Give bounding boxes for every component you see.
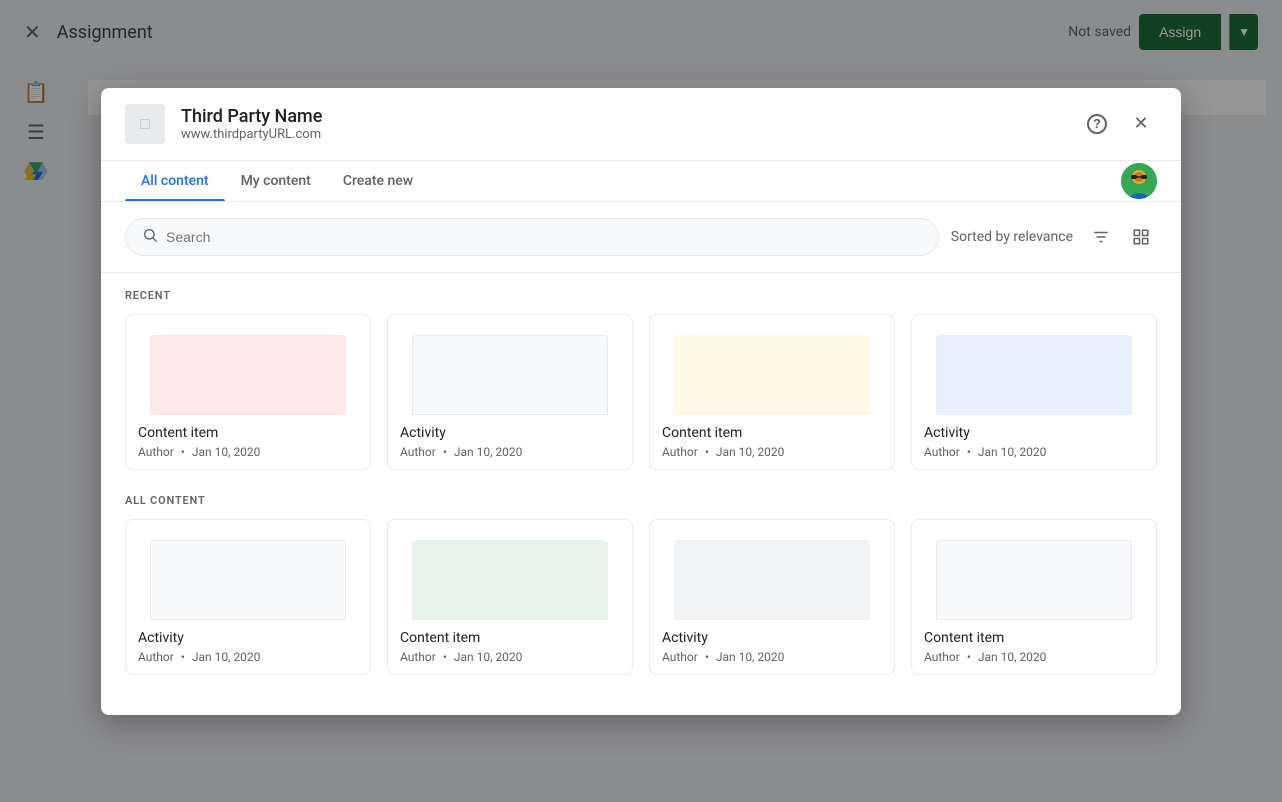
thumb-light-5 — [150, 540, 345, 620]
content-card-4[interactable]: Activity Author • Jan 10, 2020 — [911, 314, 1157, 470]
card-name-8: Content item — [924, 630, 1144, 646]
card-meta-8: Author • Jan 10, 2020 — [924, 650, 1144, 664]
card-name-2: Activity — [400, 425, 620, 441]
all-content-section-label: ALL CONTENT — [125, 494, 1157, 507]
user-avatar[interactable] — [1121, 163, 1157, 199]
modal-header-info: Third Party Name www.thirdpartyURL.com — [181, 106, 1065, 142]
sort-label: Sorted by relevance — [951, 229, 1073, 245]
thumb-white-2 — [412, 335, 607, 415]
card-info-2: Activity Author • Jan 10, 2020 — [388, 415, 632, 469]
search-container[interactable] — [125, 218, 939, 256]
card-thumbnail-8 — [912, 520, 1156, 620]
card-info-1: Content item Author • Jan 10, 2020 — [126, 415, 370, 469]
content-card-7[interactable]: Activity Author • Jan 10, 2020 — [649, 519, 895, 675]
modal-overlay: □ Third Party Name www.thirdpartyURL.com… — [0, 0, 1282, 802]
card-thumbnail-7 — [650, 520, 894, 620]
content-card-8[interactable]: Content item Author • Jan 10, 2020 — [911, 519, 1157, 675]
thumb-yellow-3 — [674, 335, 869, 415]
modal-header-actions: ? ✕ — [1081, 108, 1157, 140]
help-button[interactable]: ? — [1081, 108, 1113, 140]
thumb-green-6 — [412, 540, 607, 620]
modal-content-area: RECENT Content item Author • Jan 10, 202… — [101, 273, 1181, 715]
card-thumbnail-6 — [388, 520, 632, 620]
card-info-7: Activity Author • Jan 10, 2020 — [650, 620, 894, 674]
card-meta-7: Author • Jan 10, 2020 — [662, 650, 882, 664]
all-content-grid: Activity Author • Jan 10, 2020 Cont — [125, 519, 1157, 675]
tab-all-content[interactable]: All content — [125, 161, 225, 201]
card-meta-5: Author • Jan 10, 2020 — [138, 650, 358, 664]
card-meta-3: Author • Jan 10, 2020 — [662, 445, 882, 459]
avatar-image — [1121, 163, 1157, 199]
modal-search-bar: Sorted by relevance — [101, 202, 1181, 273]
card-thumbnail-2 — [388, 315, 632, 415]
card-name-3: Content item — [662, 425, 882, 441]
content-card-1[interactable]: Content item Author • Jan 10, 2020 — [125, 314, 371, 470]
card-info-6: Content item Author • Jan 10, 2020 — [388, 620, 632, 674]
modal-logo: □ — [125, 104, 165, 144]
modal-title: Third Party Name — [181, 106, 1065, 127]
card-thumbnail-3 — [650, 315, 894, 415]
card-info-5: Activity Author • Jan 10, 2020 — [126, 620, 370, 674]
thumb-blue-4 — [936, 335, 1131, 415]
card-meta-4: Author • Jan 10, 2020 — [924, 445, 1144, 459]
content-card-5[interactable]: Activity Author • Jan 10, 2020 — [125, 519, 371, 675]
content-card-3[interactable]: Content item Author • Jan 10, 2020 — [649, 314, 895, 470]
card-meta-1: Author • Jan 10, 2020 — [138, 445, 358, 459]
content-card-2[interactable]: Activity Author • Jan 10, 2020 — [387, 314, 633, 470]
content-card-6[interactable]: Content item Author • Jan 10, 2020 — [387, 519, 633, 675]
sort-actions — [1085, 221, 1157, 253]
card-info-8: Content item Author • Jan 10, 2020 — [912, 620, 1156, 674]
card-meta-2: Author • Jan 10, 2020 — [400, 445, 620, 459]
card-thumbnail-1 — [126, 315, 370, 415]
thumb-light2-7 — [674, 540, 869, 620]
card-thumbnail-4 — [912, 315, 1156, 415]
search-icon — [142, 227, 158, 247]
thumb-pink-1 — [150, 335, 345, 415]
card-name-5: Activity — [138, 630, 358, 646]
card-thumbnail-5 — [126, 520, 370, 620]
card-info-4: Activity Author • Jan 10, 2020 — [912, 415, 1156, 469]
sort-filter-button[interactable] — [1085, 221, 1117, 253]
card-name-1: Content item — [138, 425, 358, 441]
card-info-3: Content item Author • Jan 10, 2020 — [650, 415, 894, 469]
modal-tabs: All content My content Create new — [101, 161, 1181, 202]
card-meta-6: Author • Jan 10, 2020 — [400, 650, 620, 664]
recent-grid: Content item Author • Jan 10, 2020 — [125, 314, 1157, 470]
modal-close-button[interactable]: ✕ — [1125, 108, 1157, 140]
card-name-6: Content item — [400, 630, 620, 646]
modal-header: □ Third Party Name www.thirdpartyURL.com… — [101, 88, 1181, 161]
card-name-7: Activity — [662, 630, 882, 646]
logo-placeholder: □ — [140, 114, 150, 134]
search-input[interactable] — [166, 229, 922, 245]
modal-close-icon: ✕ — [1133, 113, 1148, 134]
tab-create-new[interactable]: Create new — [327, 161, 429, 201]
thumb-light3-8 — [936, 540, 1131, 620]
tab-my-content[interactable]: My content — [225, 161, 327, 201]
modal-dialog: □ Third Party Name www.thirdpartyURL.com… — [101, 88, 1181, 715]
card-name-4: Activity — [924, 425, 1144, 441]
recent-section-label: RECENT — [125, 289, 1157, 302]
grid-view-button[interactable] — [1125, 221, 1157, 253]
help-icon: ? — [1087, 114, 1107, 134]
modal-url: www.thirdpartyURL.com — [181, 127, 1065, 142]
